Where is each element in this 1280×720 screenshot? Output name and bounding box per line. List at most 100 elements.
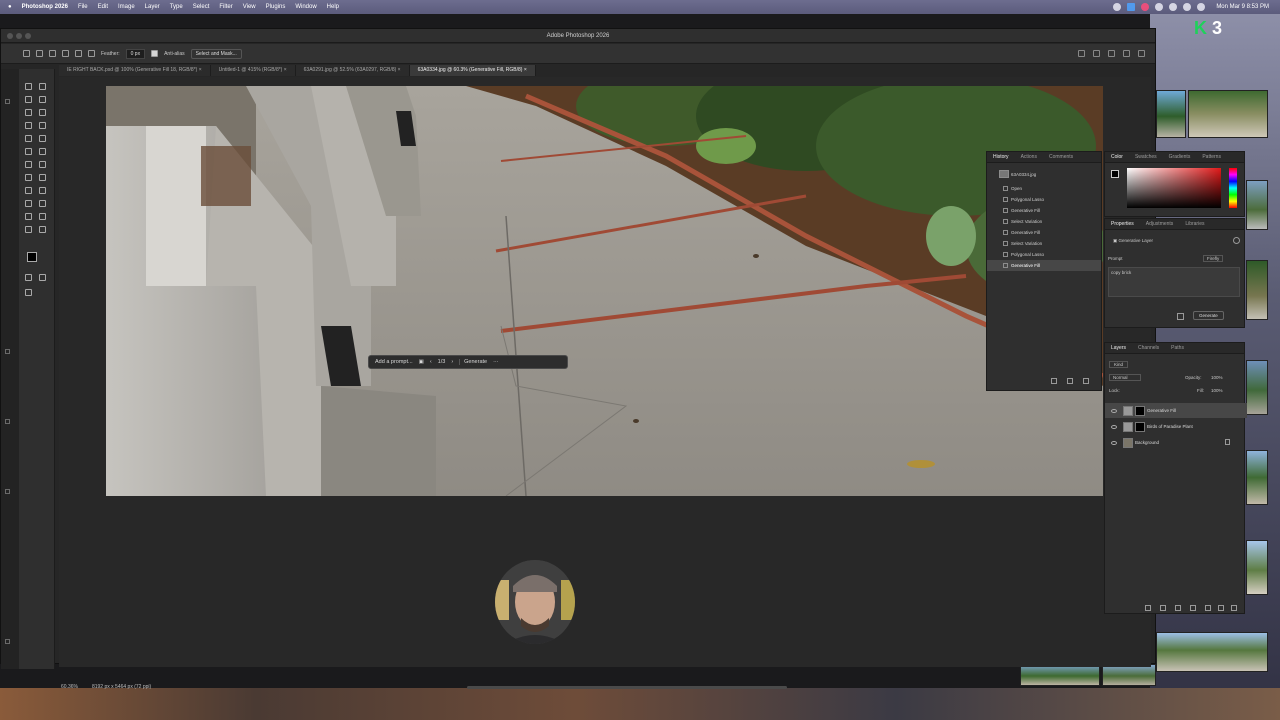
tab-actions[interactable]: Actions: [1015, 152, 1043, 162]
lasso-preset-icon[interactable]: [36, 50, 43, 57]
edge-panel-icon[interactable]: [5, 489, 10, 494]
tab-swatches[interactable]: Swatches: [1129, 152, 1163, 162]
gradient-tool-icon[interactable]: [25, 174, 32, 181]
edit-toolbar-icon[interactable]: [39, 226, 46, 233]
tab-patterns[interactable]: Patterns: [1196, 152, 1227, 162]
foreground-color-swatch[interactable]: [27, 252, 37, 262]
more-options-icon[interactable]: ···: [493, 359, 499, 365]
intersect-selection-icon[interactable]: [88, 50, 95, 57]
eyedropper-tool-icon[interactable]: [25, 135, 32, 142]
select-and-mask-button[interactable]: Select and Mask...: [190, 48, 242, 59]
layer-row[interactable]: Generative Fill: [1105, 403, 1247, 418]
foreground-swatch[interactable]: [1111, 170, 1119, 178]
history-item[interactable]: Select Variation: [987, 238, 1101, 249]
visibility-eye-icon[interactable]: [1111, 408, 1117, 413]
quick-select-tool-icon[interactable]: [39, 109, 46, 116]
tab-channels[interactable]: Channels: [1132, 343, 1165, 353]
menu-image[interactable]: Image: [113, 4, 140, 10]
history-snapshot[interactable]: 63A0334.jpg: [987, 169, 1101, 180]
doc-tab[interactable]: IE RIGHT BACK.psd @ 100% (Generative Fil…: [59, 65, 211, 76]
hue-slider[interactable]: [1229, 168, 1237, 208]
pen-tool-icon[interactable]: [39, 187, 46, 194]
status-icon[interactable]: [1113, 3, 1122, 11]
notifications-icon[interactable]: [1093, 50, 1100, 57]
lasso-tool-icon[interactable]: [25, 96, 32, 103]
layer-mask-thumbnail[interactable]: [1135, 421, 1145, 432]
tab-libraries[interactable]: Libraries: [1179, 219, 1210, 229]
menu-select[interactable]: Select: [188, 4, 215, 10]
new-snapshot-icon[interactable]: [1051, 378, 1057, 384]
opacity-input[interactable]: 100%: [1211, 375, 1223, 380]
finder-thumbnail[interactable]: [1246, 450, 1268, 505]
add-mask-icon[interactable]: [1175, 605, 1181, 611]
tab-gradients[interactable]: Gradients: [1163, 152, 1197, 162]
prompt-textarea[interactable]: copy brick: [1108, 267, 1240, 297]
tab-comments[interactable]: Comments: [1043, 152, 1079, 162]
tab-color[interactable]: Color: [1105, 152, 1129, 162]
blur-tool-icon[interactable]: [39, 174, 46, 181]
search-icon[interactable]: [1108, 50, 1115, 57]
layer-row[interactable]: Birds of Paradise Plant: [1105, 419, 1247, 434]
link-layers-icon[interactable]: [1145, 605, 1151, 611]
image-prompt-icon[interactable]: ▣: [419, 359, 424, 365]
history-item[interactable]: Open: [987, 183, 1101, 194]
path-select-tool-icon[interactable]: [39, 200, 46, 207]
menu-app-name[interactable]: Photoshop 2026: [17, 4, 73, 10]
blend-mode-dropdown[interactable]: Normal: [1109, 374, 1141, 381]
menu-type[interactable]: Type: [165, 4, 188, 10]
eraser-tool-icon[interactable]: [39, 161, 46, 168]
menu-layer[interactable]: Layer: [140, 4, 165, 10]
healing-tool-icon[interactable]: [39, 135, 46, 142]
finder-thumbnail[interactable]: [1188, 90, 1268, 138]
finder-thumbnail[interactable]: [1156, 90, 1186, 138]
subtract-selection-icon[interactable]: [75, 50, 82, 57]
tab-properties[interactable]: Properties: [1105, 219, 1140, 229]
horizontal-scrollbar[interactable]: [467, 686, 787, 689]
tab-adjustments[interactable]: Adjustments: [1140, 219, 1180, 229]
layer-mask-thumbnail[interactable]: [1135, 405, 1145, 416]
doc-tab[interactable]: Untitled-1 @ 415% (RGB/8*) ×: [210, 65, 296, 76]
finder-thumbnail[interactable]: [1156, 632, 1268, 672]
properties-generate-button[interactable]: Generate: [1193, 311, 1224, 320]
history-item[interactable]: Generative Fill: [987, 227, 1101, 238]
marquee-tool-icon[interactable]: [39, 96, 46, 103]
quick-mask-icon[interactable]: [25, 274, 32, 281]
close-window-icon[interactable]: [7, 33, 13, 39]
menubar-clock[interactable]: Mon Mar 9 8:53 PM: [1211, 4, 1274, 10]
stamp-tool-icon[interactable]: [39, 148, 46, 155]
new-selection-icon[interactable]: [49, 50, 56, 57]
zoom-level[interactable]: 60.36%: [61, 684, 78, 690]
trash-icon[interactable]: [1083, 378, 1089, 384]
type-tool-icon[interactable]: [25, 200, 32, 207]
workspace-icon[interactable]: [1123, 50, 1130, 57]
finder-thumbnail[interactable]: [1246, 260, 1268, 320]
screen-mode-icon[interactable]: [39, 274, 46, 281]
menu-help[interactable]: Help: [322, 4, 344, 10]
layer-name[interactable]: Birds of Paradise Plant: [1147, 424, 1193, 429]
app-status-icon[interactable]: [1141, 3, 1150, 11]
battery-icon[interactable]: [1155, 3, 1164, 11]
wifi-icon[interactable]: [1169, 3, 1178, 11]
tab-paths[interactable]: Paths: [1165, 343, 1190, 353]
shape-tool-icon[interactable]: [25, 213, 32, 220]
history-item[interactable]: Polygonal Lasso: [987, 249, 1101, 260]
color-field[interactable]: [1127, 168, 1221, 208]
menu-plugins[interactable]: Plugins: [261, 4, 291, 10]
reference-image-icon[interactable]: [1177, 313, 1184, 320]
layer-name[interactable]: Generative Fill: [1147, 408, 1176, 413]
fill-input[interactable]: 100%: [1211, 388, 1223, 393]
finder-thumbnail[interactable]: [1246, 540, 1268, 595]
model-dropdown[interactable]: Firefly: [1203, 255, 1224, 262]
menu-file[interactable]: File: [73, 4, 93, 10]
zoom-tool-icon[interactable]: [25, 226, 32, 233]
menu-view[interactable]: View: [238, 4, 261, 10]
extra-tools-icon[interactable]: [25, 289, 32, 296]
history-brush-icon[interactable]: [25, 161, 32, 168]
document-info[interactable]: 8192 px x 5464 px (72 ppi): [92, 684, 151, 690]
edge-panel-icon[interactable]: [5, 639, 10, 644]
share-icon[interactable]: [1078, 50, 1085, 57]
add-selection-icon[interactable]: [62, 50, 69, 57]
layer-filter-kind[interactable]: Kind: [1109, 361, 1129, 368]
history-item[interactable]: Polygonal Lasso: [987, 194, 1101, 205]
artboard-tool-icon[interactable]: [39, 83, 46, 90]
